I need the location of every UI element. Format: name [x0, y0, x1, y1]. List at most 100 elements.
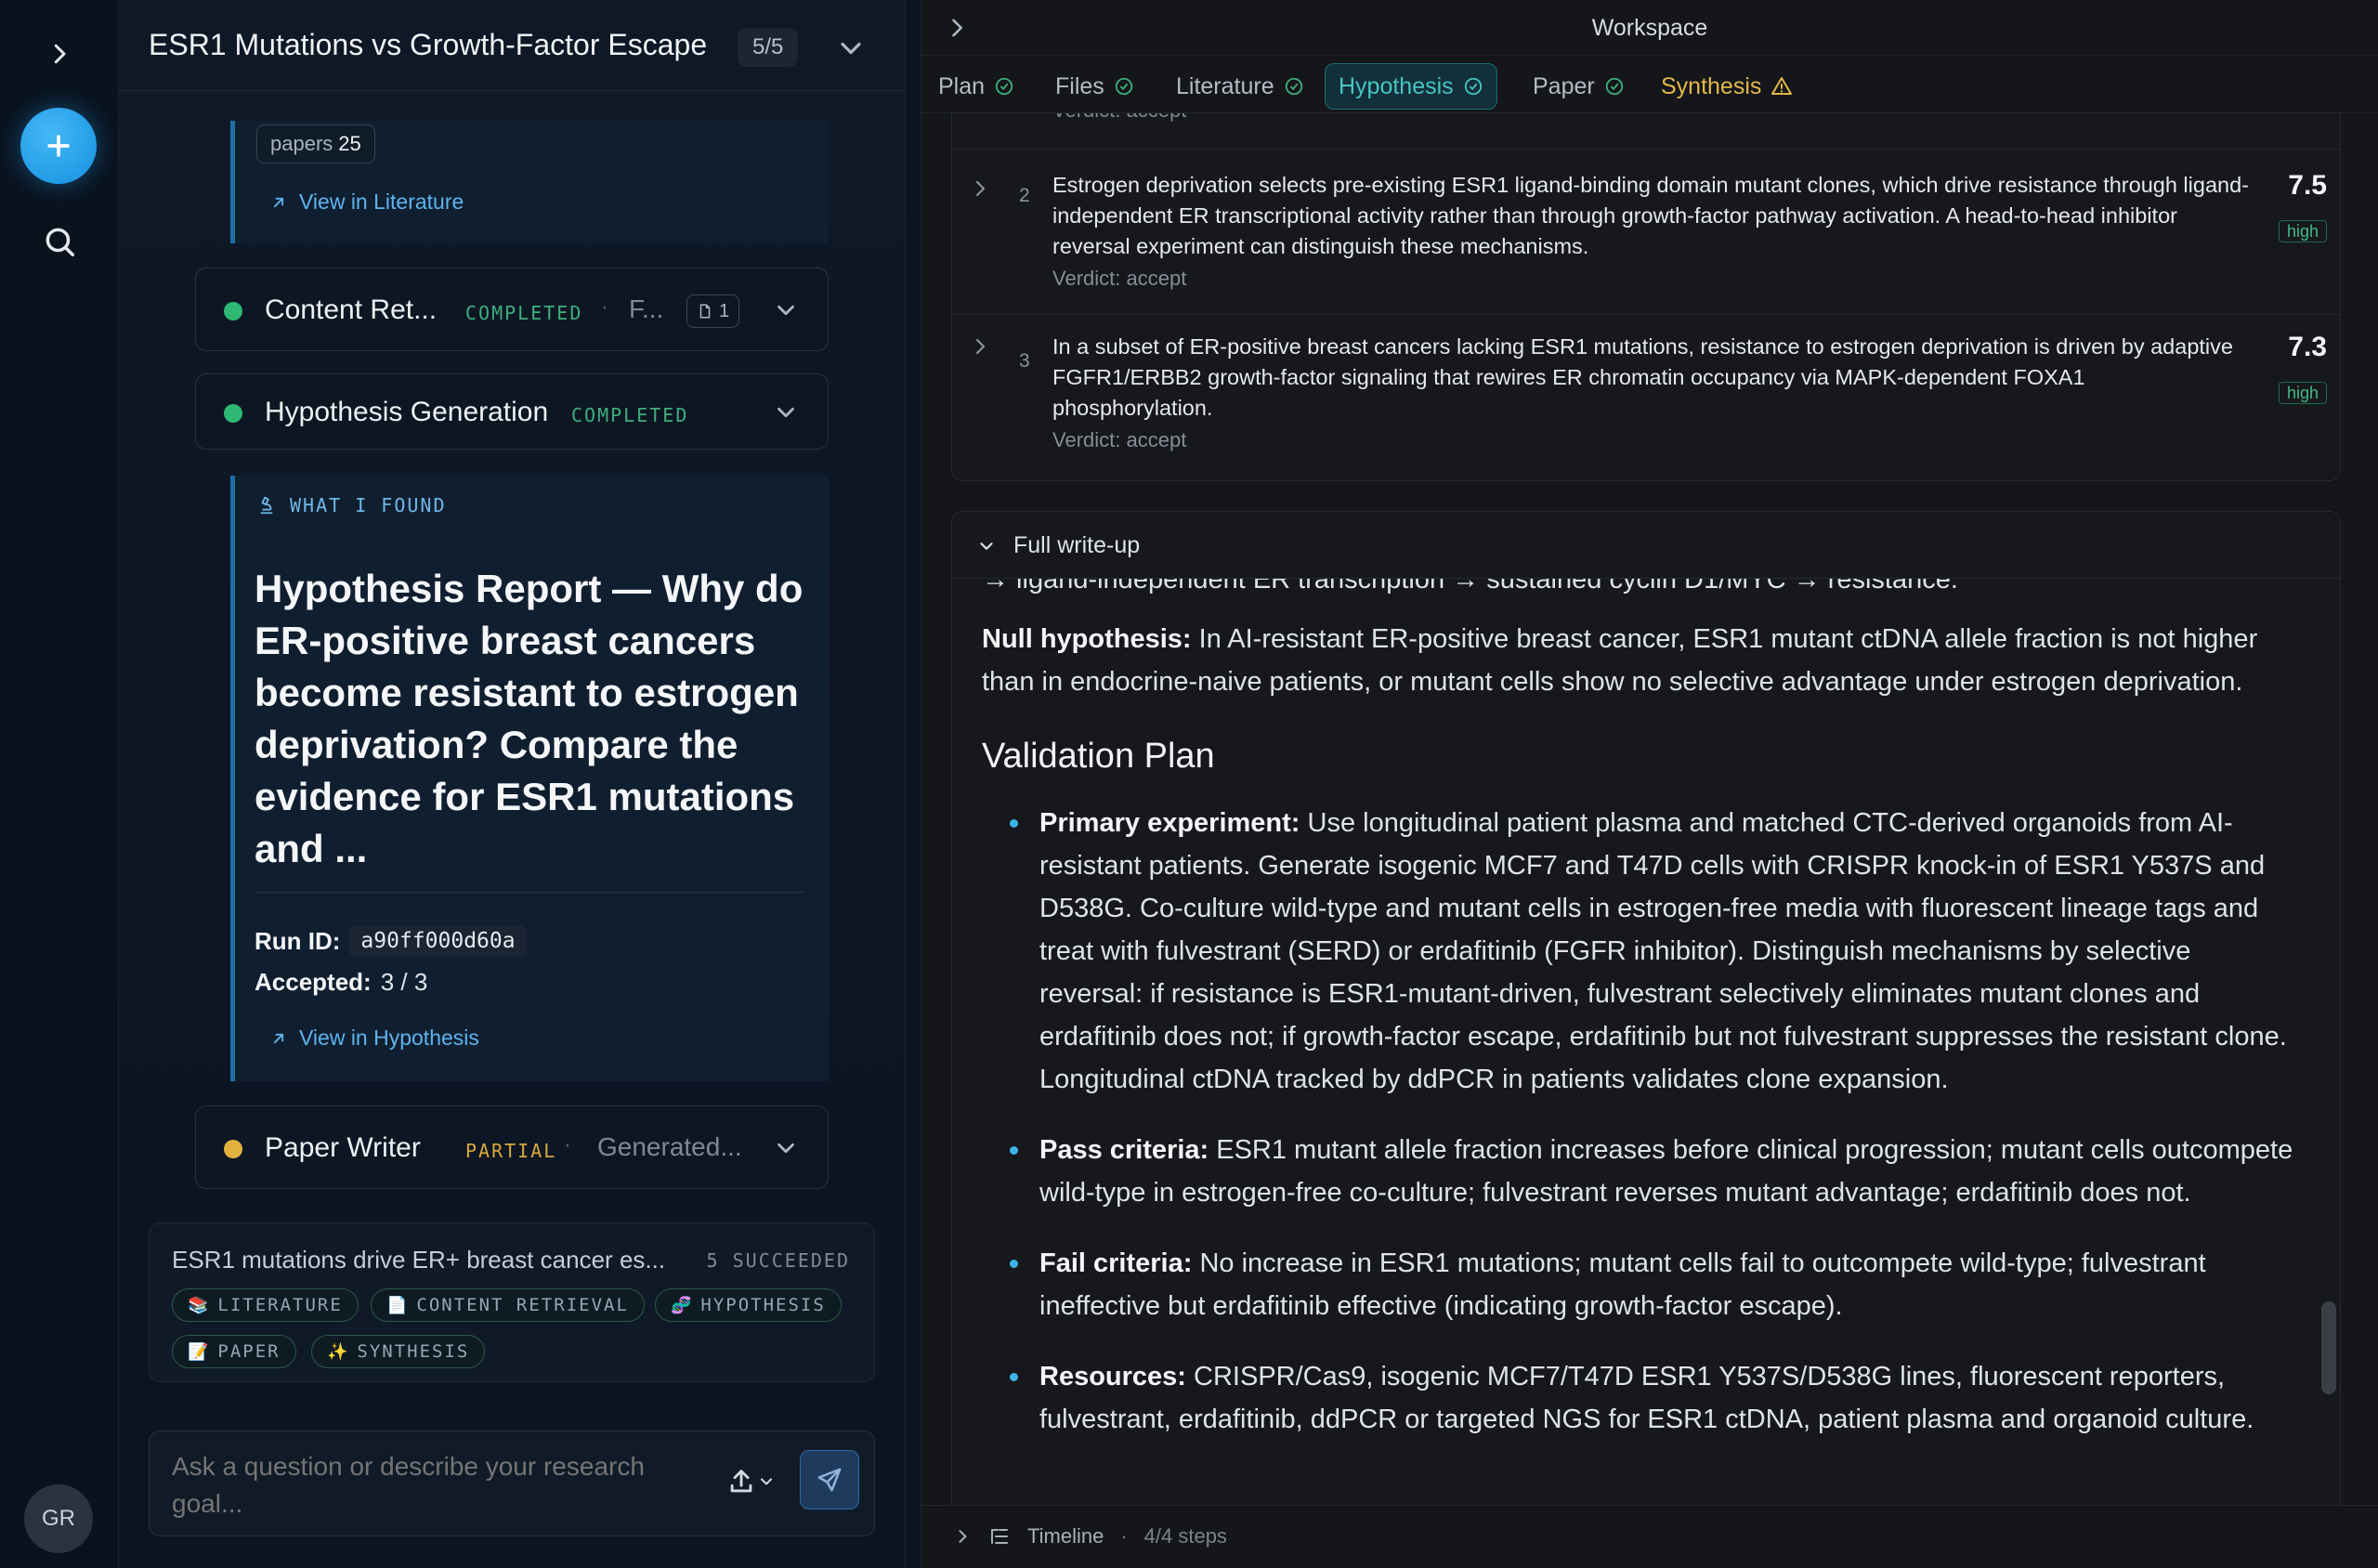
- chevron-right-icon: [54, 44, 66, 64]
- list-tree-icon: [991, 1529, 1008, 1544]
- search-icon: [46, 228, 74, 256]
- list-item: Pass criteria: ESR1 mutant allele fracti…: [1010, 1129, 2301, 1214]
- tab-literature[interactable]: Literature: [1163, 63, 1317, 110]
- file-icon: [699, 304, 711, 319]
- check-circle-icon: [1605, 77, 1623, 96]
- tag-literature[interactable]: 📚 LITERATURE: [172, 1288, 359, 1322]
- books-icon: 📚: [188, 1295, 209, 1315]
- full-writeup-label: Full write-up: [1013, 532, 1141, 558]
- step-paper-writer[interactable]: Paper Writer PARTIAL · Generated...: [195, 1105, 829, 1189]
- what-i-found-label: WHAT I FOUND: [256, 494, 447, 516]
- avatar[interactable]: GR: [24, 1484, 93, 1553]
- step-name: Content Ret...: [265, 294, 438, 325]
- step-detail: Generated...: [597, 1132, 742, 1161]
- view-in-literature-label: View in Literature: [299, 189, 464, 214]
- papers-count: 25: [338, 132, 361, 155]
- tab-synthesis[interactable]: Synthesis: [1648, 63, 1806, 110]
- hypothesis-row[interactable]: 3 In a subset of ER-positive breast canc…: [952, 314, 2340, 480]
- status-dot: [224, 302, 242, 320]
- tag-hypothesis[interactable]: 🧬 HYPOTHESIS: [655, 1288, 842, 1322]
- item-label: Primary experiment:: [1039, 808, 1300, 838]
- tab-paper[interactable]: Paper: [1520, 63, 1638, 110]
- chevron-down-icon[interactable]: [772, 399, 800, 426]
- confidence-badge: high: [2278, 220, 2327, 242]
- step-hypothesis-generation[interactable]: Hypothesis Generation COMPLETED: [195, 373, 829, 450]
- dna-icon: 🧬: [671, 1295, 692, 1315]
- chevron-down-icon[interactable]: [772, 1134, 800, 1162]
- arrow-up-right-icon: [273, 197, 284, 207]
- accepted-row: Accepted: 3 / 3: [255, 968, 427, 997]
- chevron-down-icon[interactable]: [772, 296, 800, 324]
- status-badge: COMPLETED: [465, 302, 583, 324]
- writeup-scroll-area[interactable]: → ligand-independent ER transcription → …: [952, 579, 2340, 1508]
- message-input[interactable]: [172, 1448, 692, 1522]
- tag-paper[interactable]: 📝 PAPER: [172, 1335, 296, 1368]
- memo-icon: 📝: [188, 1341, 209, 1362]
- run-summary-card[interactable]: ESR1 mutations drive ER+ breast cancer e…: [149, 1222, 875, 1382]
- timeline-toggle[interactable]: Timeline · 4/4 steps: [953, 1524, 1227, 1548]
- chevron-right-icon[interactable]: [969, 177, 991, 200]
- hypothesis-row[interactable]: 2 Estrogen deprivation selects pre-exist…: [952, 149, 2340, 314]
- chevron-right-icon[interactable]: [969, 335, 991, 358]
- expand-sidebar-button[interactable]: [35, 30, 84, 78]
- status-badge: COMPLETED: [571, 404, 689, 426]
- plus-icon: [47, 135, 70, 157]
- run-id-label: Run ID:: [255, 926, 341, 955]
- full-writeup-toggle[interactable]: Full write-up: [976, 532, 1140, 559]
- send-icon: [817, 1468, 842, 1492]
- composer: [149, 1431, 875, 1536]
- thread-title: ESR1 Mutations vs Growth-Factor Escape: [149, 28, 708, 61]
- tab-label: Files: [1055, 72, 1104, 99]
- tag-label: CONTENT RETRIEVAL: [416, 1295, 629, 1315]
- separator-dot: ·: [564, 1132, 571, 1157]
- view-in-hypothesis-label: View in Hypothesis: [299, 1026, 479, 1050]
- list-item: Primary experiment: Use longitudinal pat…: [1010, 802, 2301, 1101]
- status-badge: PARTIAL: [465, 1140, 557, 1162]
- separator-dot: ·: [1120, 1524, 1128, 1548]
- arrow-up-right-icon: [273, 1033, 284, 1043]
- tag-content-retrieval[interactable]: 📄 CONTENT RETRIEVAL: [371, 1288, 645, 1322]
- view-in-literature-link[interactable]: View in Literature: [269, 189, 464, 215]
- accepted-label: Accepted:: [255, 968, 372, 996]
- confidence-badge: high: [2278, 382, 2327, 404]
- run-summary-title: ESR1 mutations drive ER+ breast cancer e…: [172, 1246, 666, 1274]
- tag-label: PAPER: [217, 1341, 281, 1362]
- item-label: Fail criteria:: [1039, 1248, 1193, 1278]
- row-verdict: Verdict: accept: [1052, 113, 1186, 123]
- timeline-bar[interactable]: Timeline · 4/4 steps: [921, 1505, 2378, 1568]
- step-detail: F...: [629, 294, 664, 323]
- check-circle-icon: [995, 77, 1013, 96]
- check-circle-icon: [1464, 77, 1482, 96]
- thread-header: ESR1 Mutations vs Growth-Factor Escape 5…: [119, 0, 905, 91]
- accepted-value: 3 / 3: [380, 968, 428, 996]
- null-hypothesis-paragraph: Null hypothesis: In AI-resistant ER-posi…: [982, 618, 2301, 703]
- tab-plan[interactable]: Plan: [925, 63, 1027, 110]
- workspace-header: Workspace: [921, 0, 2378, 56]
- tab-files[interactable]: Files: [1042, 63, 1147, 110]
- chevron-down-icon: [761, 1478, 772, 1485]
- validation-plan-list: Primary experiment: Use longitudinal pat…: [1010, 802, 2301, 1441]
- search-button[interactable]: [35, 217, 84, 266]
- file-count: 1: [719, 300, 730, 321]
- send-button[interactable]: [800, 1450, 859, 1509]
- hypothesis-number: 2: [1019, 185, 1030, 206]
- tag-label: LITERATURE: [217, 1295, 343, 1315]
- tab-label: Paper: [1533, 72, 1595, 99]
- file-count-chip[interactable]: 1: [686, 294, 740, 328]
- tag-label: SYNTHESIS: [357, 1341, 470, 1362]
- tab-hypothesis[interactable]: Hypothesis: [1325, 63, 1497, 110]
- separator-dot: ·: [601, 294, 608, 320]
- panel-resize-handle[interactable]: [905, 0, 921, 1568]
- item-label: Pass criteria:: [1039, 1135, 1209, 1165]
- step-content-retrieval[interactable]: Content Ret... COMPLETED · F... 1: [195, 268, 829, 351]
- scrollbar-thumb[interactable]: [2321, 1301, 2336, 1394]
- tag-synthesis[interactable]: ✨ SYNTHESIS: [311, 1335, 486, 1368]
- chevron-down-icon[interactable]: [834, 32, 868, 65]
- view-in-hypothesis-link[interactable]: View in Hypothesis: [269, 1026, 479, 1051]
- what-i-found-text: WHAT I FOUND: [290, 494, 447, 516]
- papers-label: papers: [270, 132, 333, 155]
- new-chat-button[interactable]: [20, 108, 97, 184]
- upload-button[interactable]: [725, 1463, 783, 1500]
- step-count-badge: 5/5: [738, 28, 799, 67]
- workspace-title: Workspace: [1591, 15, 1708, 41]
